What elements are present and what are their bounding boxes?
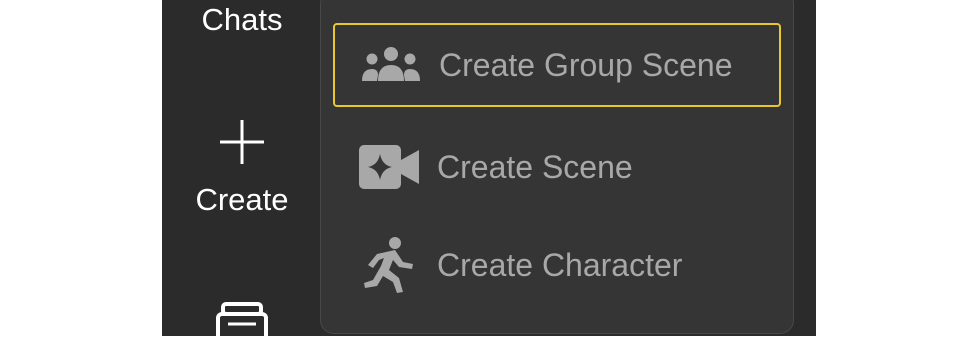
create-menu: Create Group Scene Create Scene Create C… <box>320 0 794 334</box>
menu-item-create-character[interactable]: Create Character <box>333 223 781 307</box>
video-sparkle-icon <box>359 141 419 193</box>
nav-create-label: Create <box>195 182 289 217</box>
menu-item-create-group-scene[interactable]: Create Group Scene <box>333 23 781 107</box>
nav-item-chats[interactable]: Chats <box>162 4 322 35</box>
stack-icon <box>216 302 268 340</box>
nav-item-feed[interactable] <box>162 300 322 340</box>
group-icon <box>361 39 421 91</box>
menu-item-label: Create Character <box>437 246 683 283</box>
menu-item-create-scene[interactable]: Create Scene <box>333 125 781 209</box>
running-person-icon <box>359 237 419 293</box>
nav-chats-label: Chats <box>201 2 283 37</box>
menu-item-label: Create Group Scene <box>439 46 733 83</box>
nav-item-create[interactable]: Create <box>162 118 322 215</box>
menu-item-label: Create Scene <box>437 148 633 185</box>
plus-icon <box>220 120 264 164</box>
